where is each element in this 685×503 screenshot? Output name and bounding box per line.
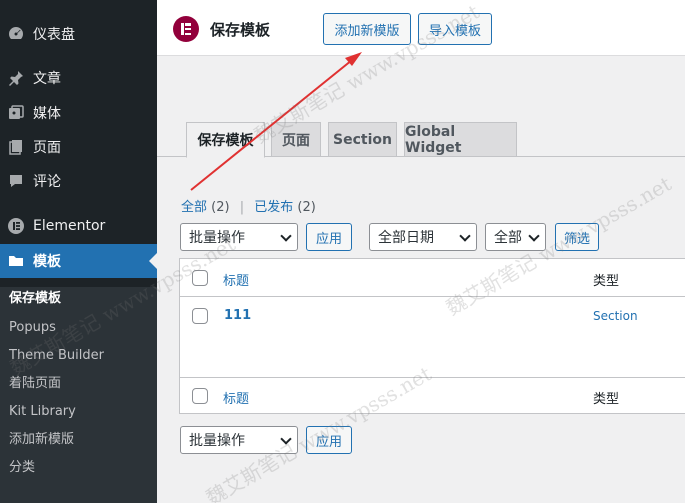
add-new-template-button[interactable]: 添加新模版	[323, 13, 411, 45]
submenu-kit-library[interactable]: Kit Library	[9, 400, 76, 424]
submenu-add-new[interactable]: 添加新模版	[9, 428, 74, 452]
page-title: 保存模板	[210, 21, 271, 39]
sidebar-item-label: 评论	[33, 174, 61, 190]
pin-icon	[7, 69, 25, 87]
dashboard-icon	[7, 25, 25, 43]
sidebar-item-posts[interactable]: 文章	[0, 61, 157, 95]
elementor-icon	[7, 217, 25, 235]
column-type-footer: 类型	[593, 392, 620, 407]
row-checkbox[interactable]	[192, 308, 208, 324]
comment-icon	[7, 172, 25, 190]
sidebar-item-media[interactable]: 媒体	[0, 96, 157, 130]
table-header: 标题 类型	[180, 259, 685, 297]
folder-icon	[7, 252, 25, 270]
sidebar-item-label: Elementor	[33, 218, 106, 234]
import-templates-button[interactable]: 导入模板	[418, 13, 492, 45]
column-title-footer[interactable]: 标题	[223, 388, 249, 407]
submenu-saved-templates[interactable]: 保存模板	[9, 287, 61, 311]
date-filter-select[interactable]: 全部日期	[369, 223, 477, 251]
column-title-header[interactable]: 标题	[223, 270, 249, 289]
submenu-categories[interactable]: 分类	[9, 456, 35, 480]
sidebar-item-label: 模板	[33, 254, 61, 270]
tab-pages[interactable]: 页面	[271, 122, 321, 157]
templates-submenu: 保存模板 Popups Theme Builder 着陆页面 Kit Libra…	[0, 287, 157, 503]
chevron-down-icon	[528, 230, 540, 242]
chevron-down-icon	[280, 230, 292, 242]
submenu-popups[interactable]: Popups	[9, 316, 56, 340]
filter-published-link[interactable]: 已发布	[254, 200, 293, 215]
sidebar-item-pages[interactable]: 页面	[0, 130, 157, 164]
bulk-action-value: 批量操作	[189, 433, 245, 449]
sidebar-item-templates[interactable]: 模板	[0, 244, 157, 278]
date-filter-value: 全部日期	[378, 230, 434, 246]
filter-button[interactable]: 筛选	[555, 223, 599, 251]
filter-separator: |	[239, 200, 245, 215]
bulk-action-value: 批量操作	[189, 230, 245, 246]
row-type-link[interactable]: Section	[593, 309, 638, 323]
chevron-down-icon	[280, 433, 292, 445]
row-title-link[interactable]: 111	[224, 308, 251, 323]
sidebar-item-label: 仪表盘	[33, 27, 75, 43]
apply-button[interactable]: 应用	[306, 223, 352, 251]
sidebar-item-label: 页面	[33, 140, 61, 156]
status-filter-links: 全部 (2) | 已发布 (2)	[181, 196, 316, 215]
sidebar-item-label: 文章	[33, 71, 61, 87]
type-filter-select[interactable]: 全部	[485, 223, 546, 251]
filter-all-link[interactable]: 全部	[181, 200, 207, 215]
media-icon	[7, 104, 25, 122]
sidebar-item-comments[interactable]: 评论	[0, 164, 157, 198]
select-all-checkbox-footer[interactable]	[192, 388, 208, 404]
select-all-checkbox[interactable]	[192, 270, 208, 286]
tab-section[interactable]: Section	[328, 122, 397, 157]
bulk-action-select[interactable]: 批量操作	[180, 223, 298, 251]
sidebar-item-elementor[interactable]: Elementor	[0, 209, 157, 243]
filter-published-count: (2)	[297, 200, 316, 215]
filter-all-count: (2)	[211, 200, 230, 215]
admin-sidebar: 仪表盘 文章 媒体 页面 评论 Elementor 模板 保存模板 Popups…	[0, 0, 157, 503]
sidebar-item-label: 媒体	[33, 106, 61, 122]
table-footer: 标题 类型	[180, 377, 685, 414]
elementor-header: 保存模板 添加新模版 导入模板	[157, 0, 685, 56]
column-type-header: 类型	[593, 274, 620, 289]
submenu-theme-builder[interactable]: Theme Builder	[9, 344, 104, 368]
tab-saved-templates[interactable]: 保存模板	[186, 122, 265, 158]
elementor-logo-icon	[173, 16, 199, 42]
apply-button-bottom[interactable]: 应用	[306, 426, 352, 454]
submenu-landing-pages[interactable]: 着陆页面	[9, 372, 61, 396]
sidebar-item-dashboard[interactable]: 仪表盘	[0, 17, 157, 51]
tab-global-widget[interactable]: Global Widget	[404, 122, 517, 157]
bulk-action-select-bottom[interactable]: 批量操作	[180, 426, 298, 454]
chevron-down-icon	[459, 230, 471, 242]
type-filter-value: 全部	[494, 230, 522, 246]
page-icon	[7, 138, 25, 156]
templates-table: 标题 类型 111 Section 标题 类型	[179, 258, 685, 414]
